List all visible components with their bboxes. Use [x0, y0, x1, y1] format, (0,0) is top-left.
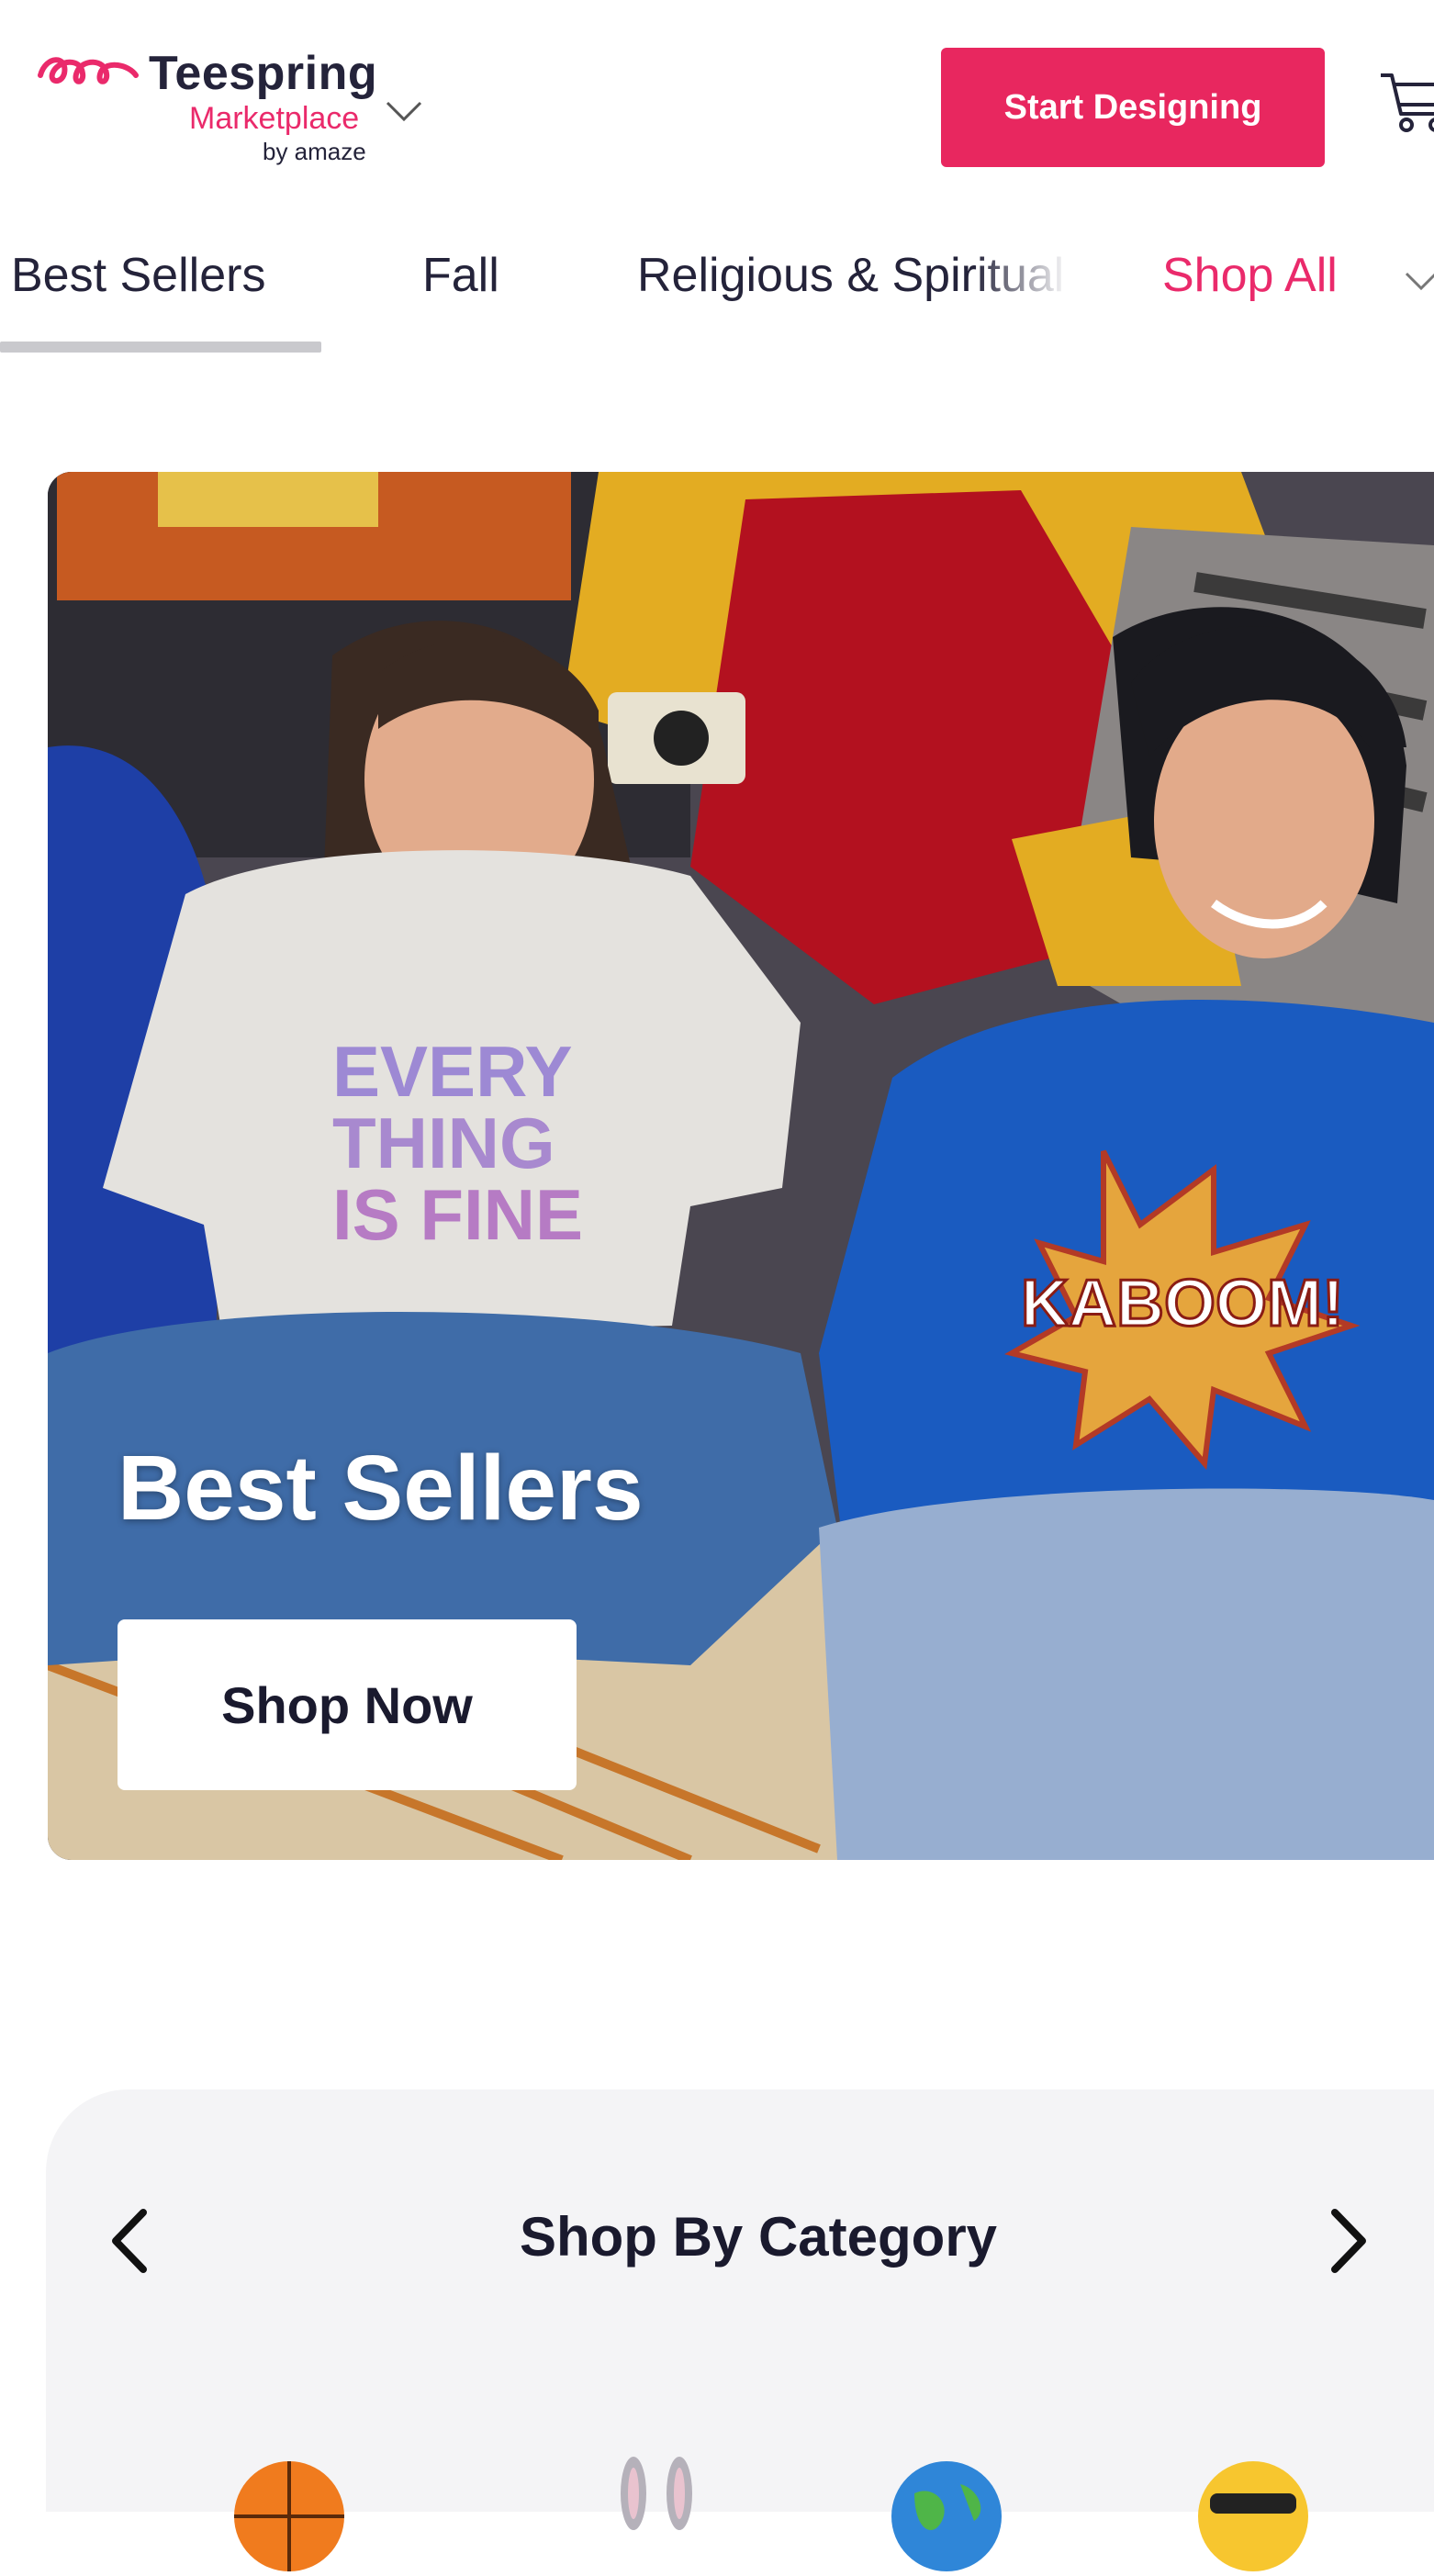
tab-fall[interactable]: Fall [422, 248, 499, 303]
shop-by-category-section: Shop By Category [46, 2089, 1434, 2571]
chevron-down-icon[interactable] [384, 97, 424, 125]
site-header: Teespring Marketplace by amaze Start Des… [0, 0, 1434, 207]
sunglasses-emoji-icon[interactable] [1193, 2457, 1313, 2576]
chevron-right-icon[interactable] [1322, 2200, 1377, 2282]
shirt-text-line-3: IS FINE [332, 1174, 583, 1255]
logo-sub-text: Marketplace [189, 101, 360, 136]
bunny-icon[interactable] [597, 2457, 716, 2576]
logo-brand-text: Teespring [149, 47, 378, 100]
logo-by-text: by amaze [263, 138, 366, 165]
hero-title: Best Sellers [118, 1437, 644, 1540]
tab-religious-spiritual[interactable]: Religious & Spiritual [637, 248, 1069, 303]
category-title: Shop By Category [519, 2206, 998, 2268]
chevron-down-icon[interactable] [1403, 268, 1434, 296]
teespring-logo-mark-icon [38, 57, 139, 84]
shirt-text-line-1: EVERY [332, 1031, 573, 1112]
active-tab-indicator [0, 342, 321, 353]
hero-banner[interactable]: EVERY THING IS FINE KABOOM! Best Sellers… [48, 472, 1434, 1860]
cart-icon[interactable] [1377, 64, 1434, 138]
globe-icon[interactable] [887, 2457, 1006, 2576]
shop-now-button[interactable]: Shop Now [118, 1619, 577, 1790]
tab-shop-all[interactable]: Shop All [1162, 248, 1338, 303]
tab-best-sellers[interactable]: Best Sellers [11, 248, 265, 303]
start-designing-button[interactable]: Start Designing [941, 48, 1325, 167]
category-nav: Best Sellers Fall Religious & Spiritual … [0, 230, 1434, 358]
shirt-text-line-2: THING [332, 1103, 555, 1183]
shirt-kaboom-text: KABOOM! [1021, 1267, 1344, 1340]
teespring-logo[interactable]: Teespring Marketplace by amaze [37, 44, 441, 173]
basketball-icon[interactable] [230, 2457, 349, 2576]
